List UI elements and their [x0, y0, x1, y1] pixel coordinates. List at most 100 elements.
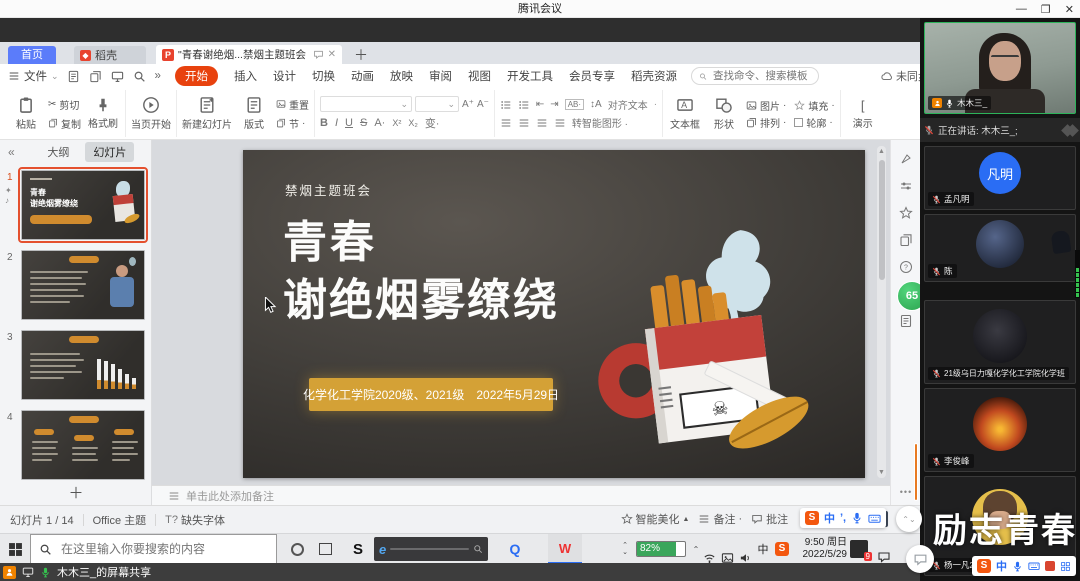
- windows-icon[interactable]: [899, 233, 913, 247]
- tab-comment-icon[interactable]: [313, 49, 324, 60]
- missing-font-label[interactable]: 缺失字体: [181, 512, 225, 528]
- collapse-panel-icon[interactable]: «: [8, 145, 15, 159]
- tab-slides[interactable]: 幻灯片: [85, 142, 134, 162]
- format-painter-button[interactable]: 格式刷: [86, 97, 120, 130]
- ime-grid-icon[interactable]: [1060, 561, 1071, 572]
- command-search-input[interactable]: [711, 69, 811, 83]
- font-color-button[interactable]: A·: [374, 117, 385, 129]
- taskbar-search-box[interactable]: [30, 534, 277, 564]
- font-decrease-button[interactable]: A⁻: [477, 99, 489, 110]
- video-tile-mengfanming[interactable]: 凡明 孟凡明: [924, 146, 1076, 210]
- new-slide-button[interactable]: 新建幻灯片: [182, 96, 232, 131]
- cortana-icon[interactable]: [286, 534, 308, 564]
- settings-sliders-icon[interactable]: [899, 179, 913, 193]
- help-icon[interactable]: ?: [899, 260, 913, 274]
- outdent-icon[interactable]: ⇤: [536, 99, 544, 110]
- smart-graphic-button[interactable]: 转智能图形 ·: [572, 115, 628, 130]
- paste-button[interactable]: 粘贴: [9, 96, 43, 131]
- ime-keyboard-icon[interactable]: [1028, 560, 1040, 572]
- ime-mic-icon[interactable]: [1012, 561, 1023, 572]
- stamp-icon[interactable]: [899, 314, 913, 328]
- tab-outline[interactable]: 大纲: [39, 142, 77, 162]
- taskbar-search-input[interactable]: [59, 541, 249, 557]
- highlight-button[interactable]: 变·: [425, 115, 440, 131]
- menu-slideshow[interactable]: 放映: [390, 68, 413, 84]
- ime-mic-icon[interactable]: [851, 512, 863, 524]
- font-size-select[interactable]: ⌄: [415, 96, 459, 112]
- hidden-icons-chevron[interactable]: ⌃: [690, 534, 702, 564]
- video-tile-wurilига[interactable]: 21级乌日力嘎化学化工学院化学班: [924, 300, 1076, 384]
- wps-docer-tab[interactable]: ◆ 稻壳: [74, 46, 146, 64]
- cut-button[interactable]: ✂ 剪切: [48, 97, 81, 112]
- ime-mode-label[interactable]: 中: [824, 510, 835, 526]
- menu-animation[interactable]: 动画: [351, 68, 374, 84]
- taskbar-scroll-icons[interactable]: ⌃⌄: [618, 534, 632, 564]
- wechat-float-icon[interactable]: [906, 545, 934, 573]
- menu-devtools[interactable]: 开发工具: [507, 68, 553, 84]
- copy-button[interactable]: 复制: [48, 116, 81, 131]
- numbered-list-icon[interactable]: [518, 99, 530, 111]
- sogou-icon[interactable]: S: [977, 559, 991, 573]
- quick-access-more-icon[interactable]: »: [155, 70, 161, 82]
- task-view-icon[interactable]: [314, 534, 336, 564]
- preview-icon[interactable]: [133, 70, 146, 83]
- scroll-down-icon[interactable]: ▼: [877, 469, 886, 476]
- ime-keyboard-icon[interactable]: [868, 512, 881, 525]
- textbox-button[interactable]: A 文本框: [668, 96, 702, 131]
- section-button[interactable]: 节 ·: [276, 116, 309, 131]
- ime-skin-icon[interactable]: [1045, 561, 1055, 571]
- menu-docer-res[interactable]: 稻壳资源: [631, 68, 677, 84]
- ime-mode-label[interactable]: 中: [996, 558, 1007, 574]
- qq-browser-icon[interactable]: Q: [502, 534, 528, 564]
- justify-icon[interactable]: [554, 117, 566, 129]
- align-left-icon[interactable]: [500, 117, 512, 129]
- export-pdf-icon[interactable]: [89, 70, 102, 83]
- slide-thumbnail-4[interactable]: [21, 410, 145, 480]
- comment-button[interactable]: 批注: [751, 511, 788, 527]
- add-slide-button[interactable]: ＋: [0, 482, 152, 503]
- float-widget[interactable]: ⌃⌄: [896, 506, 922, 532]
- bold-button[interactable]: B: [320, 117, 328, 129]
- slide-thumbnail-3[interactable]: [21, 330, 145, 400]
- ime-tray-label[interactable]: 中: [755, 534, 771, 564]
- reset-button[interactable]: 重置: [276, 97, 309, 112]
- layout-button[interactable]: 版式: [237, 96, 271, 131]
- menu-insert[interactable]: 插入: [234, 68, 257, 84]
- start-button-icon[interactable]: [8, 542, 23, 557]
- menu-transition[interactable]: 切换: [312, 68, 335, 84]
- print-icon[interactable]: [111, 70, 124, 83]
- ime-punct-icon[interactable]: ’,: [840, 512, 846, 524]
- font-increase-button[interactable]: A⁺: [462, 99, 474, 110]
- subscript-button[interactable]: X₂: [408, 118, 418, 128]
- menu-review[interactable]: 审阅: [429, 68, 452, 84]
- video-tile-chen[interactable]: 陈: [924, 214, 1076, 282]
- wps-home-tab[interactable]: 首页: [8, 46, 56, 64]
- sogou-icon[interactable]: S: [805, 511, 819, 525]
- sogou-taskbar-icon[interactable]: S: [346, 534, 370, 564]
- file-menu[interactable]: 文件 ⌄: [0, 68, 67, 84]
- video-tile-muxmusan[interactable]: 木木三_: [924, 22, 1076, 114]
- video-tile-lijunfeng[interactable]: 李俊峰: [924, 388, 1076, 472]
- italic-button[interactable]: I: [335, 117, 338, 129]
- picture-button[interactable]: 图片 ·: [746, 98, 786, 113]
- slide-1[interactable]: 禁烟主题班会 青春 谢绝烟雾缭绕 化学化工学院2020级、2021级 2022年…: [243, 150, 865, 478]
- line-spacing-icon[interactable]: ↕A: [590, 99, 602, 110]
- text-direction-button[interactable]: AB·: [565, 99, 584, 110]
- command-search-box[interactable]: [691, 67, 819, 85]
- indent-icon[interactable]: ⇥: [550, 99, 558, 110]
- theme-name[interactable]: Office 主题: [93, 512, 147, 528]
- close-icon[interactable]: ✕: [1065, 3, 1074, 16]
- underline-button[interactable]: U: [345, 117, 353, 129]
- present-button[interactable]: [ 演示: [846, 98, 880, 130]
- play-from-current-button[interactable]: 当页开始: [131, 96, 171, 131]
- align-right-icon[interactable]: [536, 117, 548, 129]
- wps-document-tab[interactable]: P "青春谢绝烟...禁烟主题班会 ✕: [156, 45, 342, 64]
- menu-view[interactable]: 视图: [468, 68, 491, 84]
- menu-member[interactable]: 会员专享: [569, 68, 615, 84]
- save-icon[interactable]: [67, 70, 80, 83]
- optimize-icon[interactable]: [899, 152, 913, 166]
- scrollbar-thumb[interactable]: [879, 160, 885, 280]
- shapes-button[interactable]: 形状: [707, 96, 741, 131]
- menu-start[interactable]: 开始: [175, 66, 218, 86]
- notes-button[interactable]: 备注 ·: [698, 511, 742, 527]
